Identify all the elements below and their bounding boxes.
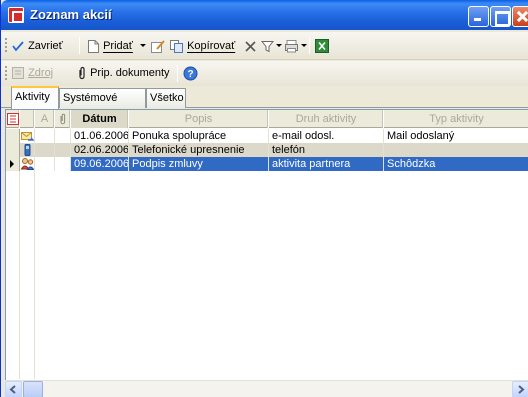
toolbar-grip[interactable] — [4, 37, 8, 53]
header-druh-aktivity[interactable]: Druh aktivity — [269, 110, 384, 128]
print-button[interactable] — [284, 37, 299, 55]
table-row-selected[interactable]: 09.06.2006 Podpis zmluvy aktivita partne… — [6, 157, 528, 171]
add-button[interactable]: Pridať — [87, 37, 133, 55]
maximize-button[interactable] — [490, 6, 511, 27]
delete-icon — [245, 41, 256, 52]
toolbar-grip[interactable] — [4, 65, 8, 81]
row-typ: Schôdzka — [384, 157, 528, 171]
minimize-button[interactable] — [468, 6, 489, 27]
window: Zoznam akcií Zavrieť Pridať Kopírovať Zd… — [0, 0, 528, 397]
add-label: Pridať — [103, 40, 133, 52]
source-icon — [12, 67, 24, 80]
copy-icon — [170, 39, 183, 53]
header-datum[interactable]: Dátum — [71, 110, 129, 128]
tab-systemove-akcie[interactable]: Systémové akcie — [59, 88, 146, 122]
help-button[interactable]: ? — [183, 64, 198, 82]
export-excel-button[interactable] — [315, 37, 329, 55]
filter-button[interactable] — [261, 37, 274, 55]
column-chooser-header[interactable] — [6, 110, 20, 128]
row-type-cell — [20, 157, 35, 171]
table-row[interactable]: 01.06.2006 Ponuka spolupráce e-mail odos… — [6, 129, 528, 143]
activities-grid: A Dátum Popis Druh aktivity Typ aktivity… — [5, 109, 528, 397]
close-label: Zavrieť — [28, 40, 63, 52]
arrow-left-icon — [9, 385, 16, 394]
row-typ: Mail odoslaný — [384, 129, 528, 143]
secondary-toolbar: Zdroj Prip. dokumenty ? — [1, 61, 528, 86]
filter-icon — [261, 40, 274, 52]
row-indicator[interactable] — [6, 143, 20, 157]
column-chooser-icon — [6, 113, 19, 125]
meeting-icon — [20, 158, 34, 170]
excel-icon — [315, 39, 329, 54]
tab-vsetko[interactable]: Všetko — [146, 88, 186, 108]
row-druh: aktivita partnera — [269, 157, 384, 171]
row-datum: 01.06.2006 — [71, 129, 129, 143]
attachments-label: Prip. dokumenty — [90, 67, 170, 79]
header-a[interactable]: A — [35, 110, 55, 128]
edit-icon — [151, 39, 165, 53]
edit-button[interactable] — [150, 37, 166, 55]
separator — [79, 37, 80, 54]
arrow-right-icon — [518, 385, 525, 394]
row-datum: 09.06.2006 — [71, 157, 129, 171]
header-typ-aktivity[interactable]: Typ aktivity — [384, 110, 528, 128]
separator — [309, 37, 310, 54]
print-icon — [285, 40, 298, 53]
grid-header: A Dátum Popis Druh aktivity Typ aktivity — [6, 110, 528, 128]
scrollbar-thumb[interactable] — [23, 381, 43, 397]
attachment-header-icon — [60, 113, 65, 125]
phone-icon — [24, 144, 31, 156]
checkmark-icon — [12, 41, 24, 52]
filter-dropdown-arrow[interactable] — [276, 44, 282, 47]
scroll-left-button[interactable] — [5, 381, 22, 397]
row-datum: 02.06.2006 — [71, 143, 129, 157]
add-dropdown-arrow[interactable] — [140, 44, 146, 47]
print-dropdown-arrow[interactable] — [301, 44, 307, 47]
help-icon: ? — [183, 66, 198, 81]
svg-text:?: ? — [187, 69, 193, 80]
header-attachment[interactable] — [55, 110, 71, 128]
header-type-icon[interactable] — [20, 110, 35, 128]
row-type-cell — [20, 143, 35, 157]
row-druh: telefón — [269, 143, 384, 157]
source-button[interactable]: Zdroj — [11, 64, 53, 82]
app-icon — [8, 7, 24, 23]
tab-aktivity[interactable]: Aktivity — [11, 86, 59, 109]
new-document-icon — [88, 39, 99, 53]
current-row-arrow-icon — [10, 160, 14, 168]
row-popis: Podpis zmluvy — [129, 157, 269, 171]
row-popis: Ponuka spolupráce — [129, 129, 269, 143]
row-typ — [384, 143, 528, 157]
row-indicator[interactable] — [6, 129, 20, 143]
row-popis: Telefonické upresnenie — [129, 143, 269, 157]
row-indicator-current[interactable] — [6, 157, 20, 171]
window-title: Zoznam akcií — [30, 7, 112, 22]
main-toolbar: Zavrieť Pridať Kopírovať — [1, 32, 528, 60]
delete-button[interactable] — [244, 37, 257, 55]
close-window-button[interactable] — [512, 6, 528, 27]
row-type-cell — [20, 129, 35, 143]
paperclip-icon — [79, 67, 85, 80]
row-druh: e-mail odosl. — [269, 129, 384, 143]
scroll-right-button[interactable] — [512, 381, 528, 397]
attachments-button[interactable]: Prip. dokumenty — [77, 64, 170, 82]
table-row[interactable]: 02.06.2006 Telefonické upresnenie telefó… — [6, 143, 528, 157]
copy-button[interactable]: Kopírovať — [169, 37, 235, 55]
header-popis[interactable]: Popis — [129, 110, 269, 128]
separator — [177, 65, 178, 82]
mail-sent-icon — [21, 132, 34, 141]
horizontal-scrollbar[interactable] — [5, 380, 528, 397]
title-bar[interactable]: Zoznam akcií — [1, 0, 528, 30]
close-button[interactable]: Zavrieť — [11, 37, 63, 55]
copy-label: Kopírovať — [187, 40, 236, 52]
tab-strip: Aktivity Systémové akcie Všetko — [1, 86, 528, 122]
source-label: Zdroj — [28, 67, 54, 79]
